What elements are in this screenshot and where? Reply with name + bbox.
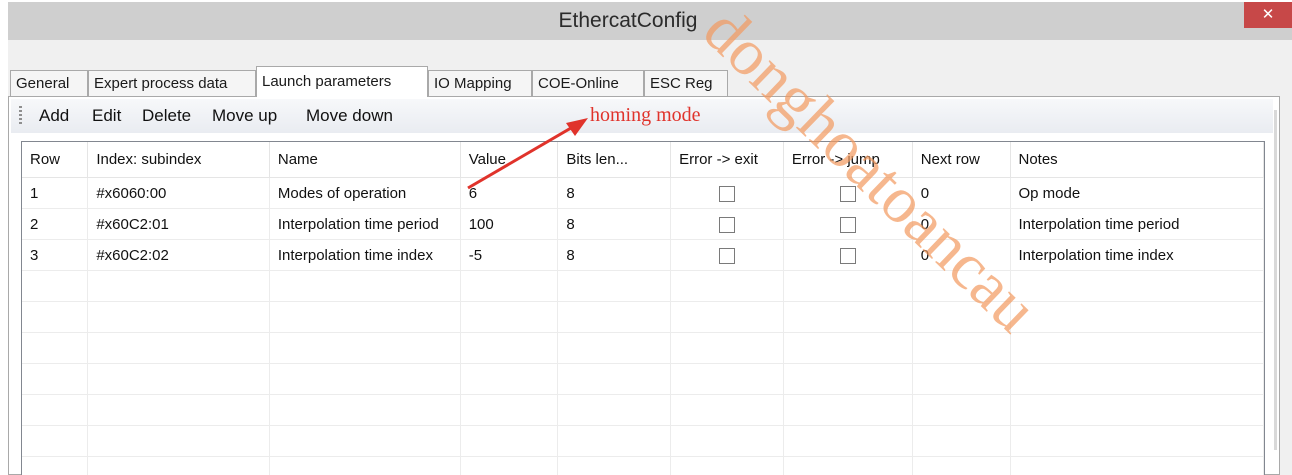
cell-notes: Op mode	[1010, 177, 1264, 209]
empty-row	[22, 301, 1264, 333]
cell-error-jump	[783, 239, 913, 271]
cell-error-exit	[670, 208, 784, 240]
empty-row	[22, 270, 1264, 302]
error-exit-checkbox[interactable]	[719, 216, 735, 233]
empty-row	[22, 456, 1264, 475]
ethercat-config-window: EthercatConfig ✕ General Expert process …	[8, 2, 1292, 475]
cell-next-row: 0	[912, 208, 1011, 240]
toolbar-grip[interactable]	[19, 106, 22, 126]
error-jump-checkbox[interactable]	[839, 185, 856, 202]
error-jump-checkbox[interactable]	[839, 247, 856, 264]
move-down-button[interactable]: Move down	[306, 99, 393, 133]
cell-name: Modes of operation	[269, 177, 461, 209]
table-row[interactable]: 3 #x60C2:02 Interpolation time index -5 …	[22, 239, 1264, 271]
cell-error-exit	[670, 177, 784, 209]
empty-row	[22, 394, 1264, 426]
add-button[interactable]: Add	[39, 99, 69, 133]
column-header-error-jump[interactable]: Error -> jump	[783, 142, 913, 178]
launch-parameters-panel: Add Edit Delete Move up Move down Row In…	[8, 96, 1280, 475]
column-header-row[interactable]: Row	[22, 142, 89, 178]
cell-notes: Interpolation time period	[1010, 208, 1264, 240]
cell-error-exit	[670, 239, 784, 271]
cell-next-row: 0	[912, 239, 1011, 271]
close-button[interactable]: ✕	[1244, 2, 1292, 28]
column-header-bits-len[interactable]: Bits len...	[557, 142, 672, 178]
cell-value[interactable]: 6	[460, 177, 559, 209]
column-header-notes[interactable]: Notes	[1010, 142, 1264, 178]
tab-io-mapping[interactable]: IO Mapping	[428, 70, 532, 96]
cell-bits-len: 8	[557, 208, 672, 240]
cell-index: #x6060:00	[87, 177, 270, 209]
empty-row	[22, 363, 1264, 395]
tab-coe-online[interactable]: COE-Online	[532, 70, 644, 96]
error-exit-checkbox[interactable]	[719, 247, 735, 264]
cell-value[interactable]: -5	[460, 239, 559, 271]
error-jump-checkbox[interactable]	[839, 216, 856, 233]
cell-row: 2	[22, 208, 89, 240]
empty-row	[22, 425, 1264, 457]
empty-row	[22, 332, 1264, 364]
cell-bits-len: 8	[557, 239, 672, 271]
cell-name: Interpolation time index	[269, 239, 461, 271]
cell-bits-len: 8	[557, 177, 672, 209]
tab-general[interactable]: General	[10, 70, 88, 96]
parameters-table-frame: Row Index: subindex Name Value Bits len.…	[21, 141, 1265, 475]
tab-esc-reg[interactable]: ESC Reg	[644, 70, 728, 96]
cell-next-row: 0	[912, 177, 1011, 209]
cell-name: Interpolation time period	[269, 208, 461, 240]
delete-button[interactable]: Delete	[142, 99, 191, 133]
column-header-error-exit[interactable]: Error -> exit	[670, 142, 784, 178]
title-bar[interactable]: EthercatConfig ✕	[8, 2, 1292, 40]
cell-error-jump	[783, 208, 913, 240]
edit-button[interactable]: Edit	[92, 99, 121, 133]
homing-mode-annotation: homing mode	[590, 104, 701, 126]
cell-row: 3	[22, 239, 89, 271]
tab-strip: General Expert process data Launch param…	[8, 66, 1278, 97]
cell-error-jump	[783, 177, 913, 209]
column-header-index-subindex[interactable]: Index: subindex	[87, 142, 270, 178]
error-exit-checkbox[interactable]	[719, 185, 735, 202]
column-header-next-row[interactable]: Next row	[912, 142, 1011, 178]
tab-expert-process-data[interactable]: Expert process data	[88, 70, 256, 96]
cell-row: 1	[22, 177, 89, 209]
cell-index: #x60C2:02	[87, 239, 270, 271]
column-header-value[interactable]: Value	[460, 142, 559, 178]
table-row[interactable]: 2 #x60C2:01 Interpolation time period 10…	[22, 208, 1264, 240]
window-title: EthercatConfig	[558, 9, 698, 32]
column-header-name[interactable]: Name	[269, 142, 461, 178]
cell-notes: Interpolation time index	[1010, 239, 1264, 271]
parameters-table: Row Index: subindex Name Value Bits len.…	[22, 142, 1264, 475]
cell-index: #x60C2:01	[87, 208, 270, 240]
tab-launch-parameters[interactable]: Launch parameters	[256, 66, 428, 97]
move-up-button[interactable]: Move up	[212, 99, 277, 133]
panel-right-border	[1274, 110, 1277, 450]
cell-value[interactable]: 100	[460, 208, 559, 240]
table-row[interactable]: 1 #x6060:00 Modes of operation 6 8 0 Op …	[22, 177, 1264, 209]
table-header-row: Row Index: subindex Name Value Bits len.…	[22, 142, 1264, 178]
